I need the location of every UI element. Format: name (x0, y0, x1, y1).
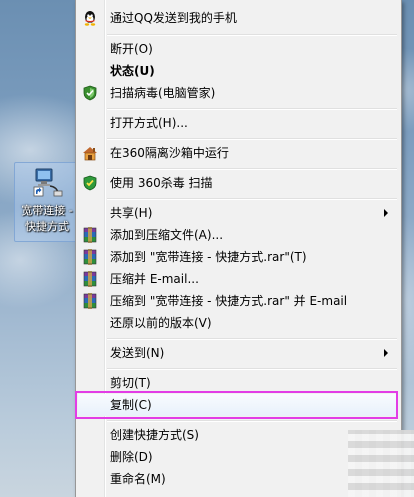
menu-item-label: 共享(H) (110, 206, 153, 220)
menu-item-status[interactable]: 状态(U) (78, 60, 398, 82)
menu-item-send-to[interactable]: 发送到(N) (78, 342, 398, 364)
menu-item-scan-pc-manager[interactable]: 扫描病毒(电脑管家) (78, 82, 398, 104)
menu-item-label: 状态(U) (110, 64, 155, 78)
antivirus-shield-icon (83, 175, 97, 191)
menu-item-label: 断开(O) (110, 42, 153, 56)
menu-item-restore-previous-versions[interactable]: 还原以前的版本(V) (78, 312, 398, 334)
menu-item-label: 发送到(N) (110, 346, 165, 360)
menu-item-label: 添加到压缩文件(A)... (110, 228, 224, 242)
winrar-icon (83, 249, 97, 265)
menu-item-disconnect[interactable]: 断开(O) (78, 38, 398, 60)
broadband-shortcut[interactable]: 宽带连接 - 快捷方式 (14, 162, 80, 242)
submenu-arrow-icon (384, 209, 388, 217)
menu-item-share[interactable]: 共享(H) (78, 202, 398, 224)
menu-item-open-with[interactable]: 打开方式(H)... (78, 112, 398, 134)
menu-separator (107, 138, 397, 140)
menu-item-add-to-named-rar[interactable]: 添加到 "宽带连接 - 快捷方式.rar"(T) (78, 246, 398, 268)
menu-item-cut[interactable]: 剪切(T) (78, 372, 398, 394)
sandbox-icon (83, 147, 97, 161)
menu-item-label: 复制(C) (110, 398, 152, 412)
menu-item-label: 添加到 "宽带连接 - 快捷方式.rar"(T) (110, 250, 307, 264)
menu-item-add-to-archive[interactable]: 添加到压缩文件(A)... (78, 224, 398, 246)
menu-item-label: 还原以前的版本(V) (110, 316, 212, 330)
menu-item-label: 压缩到 "宽带连接 - 快捷方式.rar" 并 E-mail (110, 294, 348, 308)
menu-item-label: 重命名(M) (110, 472, 166, 486)
menu-item-compress-to-rar-and-email[interactable]: 压缩到 "宽带连接 - 快捷方式.rar" 并 E-mail (78, 290, 398, 312)
menu-item-360-sandbox[interactable]: 在360隔离沙箱中运行 (78, 142, 398, 164)
menu-item-label: 剪切(T) (110, 376, 151, 390)
menu-separator (107, 198, 397, 200)
menu-separator (107, 368, 397, 370)
menu-item-360-antivirus-scan[interactable]: 使用 360杀毒 扫描 (78, 172, 398, 194)
menu-separator (107, 420, 397, 422)
menu-item-label: 创建快捷方式(S) (110, 428, 199, 442)
shortcut-label: 宽带连接 - 快捷方式 (21, 204, 73, 233)
qq-penguin-icon (84, 11, 96, 26)
menu-separator (107, 338, 397, 340)
menu-separator (107, 168, 397, 170)
menu-separator (107, 108, 397, 110)
menu-item-label: 使用 360杀毒 扫描 (110, 176, 213, 190)
menu-separator (107, 34, 397, 36)
context-menu: 通过QQ发送到我的手机 断开(O) 状态(U) 扫描病毒(电脑管家) 打开方式(… (75, 0, 402, 497)
menu-item-copy[interactable]: 复制(C) (78, 394, 398, 416)
desktop: 宽带连接 - 快捷方式 通过QQ发送到我的手机 断开(O) 状态(U) 扫描病毒… (0, 0, 414, 497)
winrar-icon (83, 271, 97, 287)
pixelated-watermark (348, 430, 414, 497)
menu-item-label: 通过QQ发送到我的手机 (110, 11, 237, 25)
menu-item-label: 打开方式(H)... (110, 116, 188, 130)
menu-item-label: 压缩并 E-mail... (110, 272, 199, 286)
menu-item-label: 扫描病毒(电脑管家) (110, 86, 216, 100)
menu-item-label: 删除(D) (110, 450, 153, 464)
menu-item-send-to-phone[interactable]: 通过QQ发送到我的手机 (78, 7, 398, 29)
winrar-icon (83, 227, 97, 243)
winrar-icon (83, 293, 97, 309)
menu-item-compress-and-email[interactable]: 压缩并 E-mail... (78, 268, 398, 290)
menu-item-label: 在360隔离沙箱中运行 (110, 146, 229, 160)
network-connection-icon (33, 168, 63, 197)
shield-scan-icon (83, 85, 97, 101)
submenu-arrow-icon (384, 349, 388, 357)
